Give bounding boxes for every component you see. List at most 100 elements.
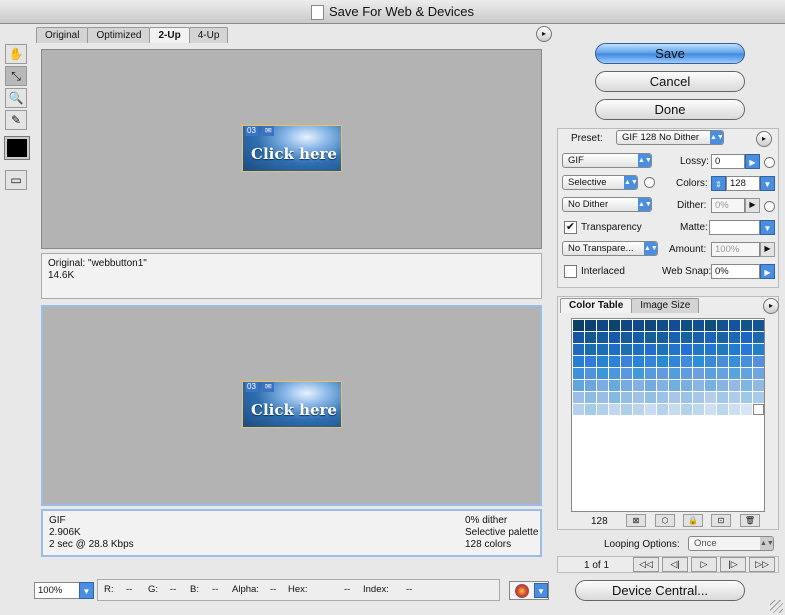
color-swatch[interactable] (585, 368, 596, 379)
tab-4-up[interactable]: 4-Up (188, 27, 229, 43)
color-table-menu-icon[interactable]: ▸ (763, 298, 779, 314)
color-swatch[interactable] (573, 320, 584, 331)
matte-dropdown-icon[interactable]: ▼ (760, 220, 775, 235)
color-swatch[interactable] (681, 332, 692, 343)
hand-icon[interactable]: ✋ (5, 44, 27, 64)
transparency-checkbox[interactable]: ✔ (564, 221, 577, 234)
preview-menu-icon[interactable]: ▸ (536, 26, 552, 42)
color-swatch[interactable] (621, 392, 632, 403)
color-swatch[interactable] (717, 392, 728, 403)
color-swatch[interactable] (633, 380, 644, 391)
color-reduction-select[interactable]: Selective ▲▼ (562, 175, 638, 190)
color-swatch[interactable] (609, 404, 620, 415)
original-preview-pane[interactable]: 03 ✉ Click here (41, 49, 542, 249)
tab-image-size[interactable]: Image Size (631, 298, 700, 313)
zoom-icon[interactable]: 🔍 (5, 88, 27, 108)
next-frame-icon[interactable]: |▷ (720, 557, 746, 572)
color-swatch[interactable] (633, 332, 644, 343)
last-frame-icon[interactable]: ▷▷ (749, 557, 775, 572)
color-swatch[interactable] (693, 380, 704, 391)
color-swatch[interactable] (693, 344, 704, 355)
color-swatch[interactable] (729, 344, 740, 355)
color-swatch[interactable] (741, 320, 752, 331)
lossy-mask-icon[interactable] (764, 157, 775, 168)
color-swatch[interactable] (705, 380, 716, 391)
color-swatch[interactable] (597, 392, 608, 403)
color-swatch[interactable] (741, 356, 752, 367)
color-swatch[interactable] (717, 332, 728, 343)
dither-mask-icon[interactable] (764, 201, 775, 212)
color-swatch[interactable] (573, 344, 584, 355)
slice-select-icon[interactable]: ⤡ (5, 66, 27, 86)
lossy-slider-icon[interactable]: ▶ (745, 154, 760, 169)
color-swatch[interactable] (597, 344, 608, 355)
color-swatch[interactable] (681, 404, 692, 415)
zoom-dropdown-icon[interactable]: ▼ (79, 582, 94, 599)
colors-dropdown-icon[interactable]: ▼ (760, 176, 775, 191)
color-swatch[interactable] (681, 392, 692, 403)
tab-2-up[interactable]: 2-Up (149, 27, 190, 43)
color-swatch[interactable] (741, 392, 752, 403)
color-swatch[interactable] (621, 380, 632, 391)
zoom-level-field[interactable]: 100% (34, 582, 80, 599)
color-swatch[interactable] (717, 368, 728, 379)
dither-slider-icon[interactable]: ▶ (745, 198, 760, 213)
web-shift-icon[interactable]: ⊠ (626, 514, 646, 527)
color-swatch[interactable] (573, 368, 584, 379)
color-swatch[interactable] (645, 404, 656, 415)
color-swatch[interactable] (585, 392, 596, 403)
done-button[interactable]: Done (595, 99, 745, 120)
preset-select[interactable]: GIF 128 No Dither ▲▼ (616, 130, 724, 145)
color-swatch[interactable] (585, 356, 596, 367)
tab-original[interactable]: Original (36, 27, 89, 43)
color-swatch[interactable] (741, 344, 752, 355)
color-swatch[interactable] (609, 392, 620, 403)
colors-stepper-icon[interactable]: ⇕ (711, 176, 726, 191)
color-swatch[interactable] (573, 392, 584, 403)
format-select[interactable]: GIF ▲▼ (562, 153, 652, 168)
trash-icon[interactable]: 🗑 (740, 514, 760, 527)
color-swatch[interactable] (693, 368, 704, 379)
color-swatch[interactable] (729, 392, 740, 403)
color-swatch[interactable] (669, 404, 680, 415)
web-snap-field[interactable]: 0% (711, 264, 760, 279)
color-swatch[interactable] (753, 332, 764, 343)
color-swatch[interactable] (717, 404, 728, 415)
color-swatch[interactable] (633, 368, 644, 379)
color-swatch[interactable] (705, 320, 716, 331)
color-swatch[interactable] (585, 332, 596, 343)
color-swatch[interactable] (729, 332, 740, 343)
color-swatch[interactable] (669, 356, 680, 367)
color-swatch[interactable] (717, 380, 728, 391)
eyedropper-color-swatch[interactable] (4, 136, 30, 160)
color-swatch[interactable] (609, 368, 620, 379)
color-swatch[interactable] (753, 368, 764, 379)
matte-field[interactable] (709, 220, 760, 235)
color-swatch[interactable] (717, 320, 728, 331)
save-button[interactable]: Save (595, 43, 745, 64)
color-swatch[interactable] (573, 380, 584, 391)
resize-grip-icon[interactable] (770, 600, 783, 613)
lock-icon[interactable]: 🔒 (683, 514, 703, 527)
previous-frame-icon[interactable]: ◁| (662, 557, 688, 572)
color-swatch[interactable] (753, 356, 764, 367)
amount-slider-icon[interactable]: ▶ (760, 242, 775, 257)
color-swatch[interactable] (609, 344, 620, 355)
interlaced-checkbox[interactable] (564, 265, 577, 278)
color-swatch[interactable] (633, 320, 644, 331)
color-swatch[interactable] (693, 392, 704, 403)
color-swatch[interactable] (729, 320, 740, 331)
color-swatch[interactable] (657, 404, 668, 415)
preview-browser-button[interactable]: ▼ (509, 581, 549, 600)
device-central-button[interactable]: Device Central... (575, 580, 745, 601)
color-swatch[interactable] (741, 368, 752, 379)
color-swatch[interactable] (729, 404, 740, 415)
cancel-button[interactable]: Cancel (595, 71, 745, 92)
color-swatch[interactable] (705, 368, 716, 379)
color-swatch[interactable] (645, 332, 656, 343)
optimize-menu-icon[interactable]: ▸ (756, 131, 772, 147)
color-swatch[interactable] (693, 404, 704, 415)
color-swatch[interactable] (669, 332, 680, 343)
color-swatch[interactable] (573, 404, 584, 415)
color-swatch[interactable] (729, 380, 740, 391)
